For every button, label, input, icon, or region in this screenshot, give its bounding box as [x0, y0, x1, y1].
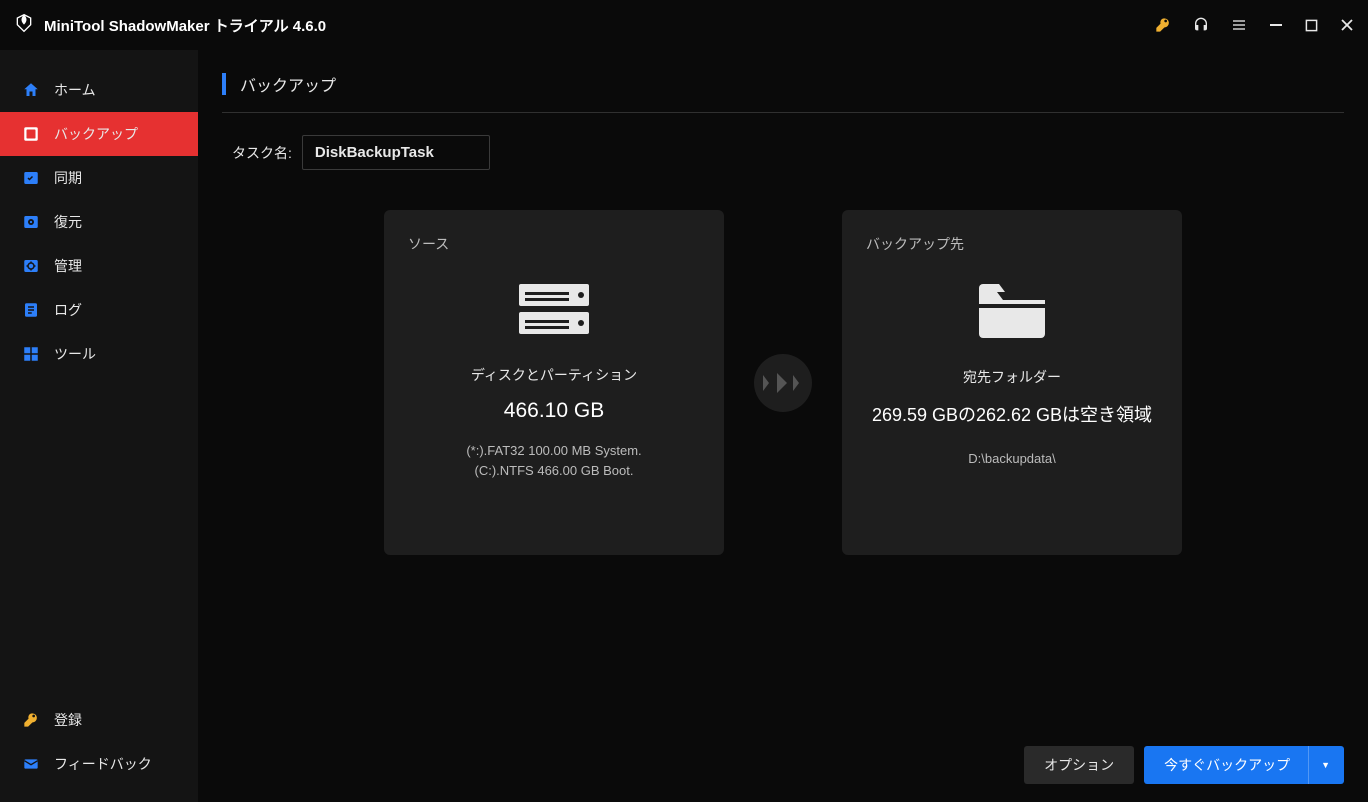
manage-icon	[22, 257, 40, 275]
restore-icon	[22, 213, 40, 231]
sidebar-label: 復元	[54, 212, 82, 232]
taskname-input[interactable]	[302, 135, 490, 170]
window-controls	[1155, 17, 1354, 33]
dest-card-title: バックアップ先	[866, 234, 1158, 254]
key-icon[interactable]	[1155, 17, 1171, 33]
app-logo-icon	[14, 13, 34, 38]
sidebar-register[interactable]: 登録	[0, 698, 198, 742]
source-card[interactable]: ソース ディスクとパーティ	[384, 210, 724, 555]
sidebar: ホーム バックアップ 同期 復元	[0, 50, 198, 802]
key-icon	[22, 711, 40, 729]
headset-icon[interactable]	[1193, 17, 1209, 33]
dest-path: D:\backupdata\	[968, 451, 1055, 466]
source-details: (*:).FAT32 100.00 MB System. (C:).NTFS 4…	[466, 441, 641, 480]
tools-icon	[22, 345, 40, 363]
minimize-button[interactable]	[1269, 18, 1283, 32]
close-button[interactable]	[1340, 18, 1354, 32]
page-header: バックアップ	[222, 72, 1344, 113]
sidebar-item-tools[interactable]: ツール	[0, 332, 198, 376]
arrow-icon	[754, 354, 812, 412]
backup-icon	[22, 125, 40, 143]
sidebar-label: バックアップ	[54, 124, 138, 144]
menu-icon[interactable]	[1231, 17, 1247, 33]
maximize-button[interactable]	[1305, 19, 1318, 32]
page-title: バックアップ	[240, 72, 336, 96]
main-content: バックアップ タスク名: ソース	[198, 50, 1368, 802]
cards-row: ソース ディスクとパーティ	[222, 210, 1344, 555]
mail-icon	[22, 755, 40, 773]
source-size: 466.10 GB	[504, 399, 604, 423]
sidebar-register-label: 登録	[54, 710, 82, 730]
sidebar-feedback-label: フィードバック	[54, 754, 152, 774]
bottom-action-bar: オプション 今すぐバックアップ ▼	[1024, 746, 1344, 784]
app-title: MiniTool ShadowMaker トライアル 4.6.0	[44, 15, 326, 36]
titlebar: MiniTool ShadowMaker トライアル 4.6.0	[0, 0, 1368, 50]
sidebar-item-log[interactable]: ログ	[0, 288, 198, 332]
sidebar-label: ツール	[54, 344, 96, 364]
sidebar-item-manage[interactable]: 管理	[0, 244, 198, 288]
source-card-title: ソース	[408, 234, 700, 254]
folder-icon	[973, 280, 1051, 347]
taskname-row: タスク名:	[232, 135, 1344, 170]
home-icon	[22, 81, 40, 99]
arrow-separator	[754, 210, 812, 555]
sidebar-label: ログ	[54, 300, 82, 320]
log-icon	[22, 301, 40, 319]
source-subtitle: ディスクとパーティション	[471, 365, 637, 385]
chevron-down-icon: ▼	[1308, 746, 1330, 784]
sidebar-label: 同期	[54, 168, 82, 188]
backup-now-label: 今すぐバックアップ	[1164, 755, 1290, 775]
sidebar-item-home[interactable]: ホーム	[0, 68, 198, 112]
options-button[interactable]: オプション	[1024, 746, 1134, 784]
source-detail-line: (*:).FAT32 100.00 MB System.	[466, 441, 641, 461]
options-button-label: オプション	[1044, 755, 1114, 775]
sidebar-feedback[interactable]: フィードバック	[0, 742, 198, 786]
backup-now-button[interactable]: 今すぐバックアップ ▼	[1144, 746, 1344, 784]
disk-icon	[515, 280, 593, 345]
source-detail-line: (C:).NTFS 466.00 GB Boot.	[466, 461, 641, 481]
page-accent-bar	[222, 73, 226, 95]
dest-subtitle: 宛先フォルダー	[963, 367, 1061, 387]
destination-card[interactable]: バックアップ先 宛先フォルダー 269.59 GBの262.62 GBは空き領域…	[842, 210, 1182, 555]
sidebar-item-sync[interactable]: 同期	[0, 156, 198, 200]
sidebar-label: ホーム	[54, 80, 96, 100]
sidebar-item-restore[interactable]: 復元	[0, 200, 198, 244]
sync-icon	[22, 169, 40, 187]
sidebar-label: 管理	[54, 256, 82, 276]
dest-space: 269.59 GBの262.62 GBは空き領域	[872, 401, 1152, 427]
sidebar-item-backup[interactable]: バックアップ	[0, 112, 198, 156]
taskname-label: タスク名:	[232, 143, 292, 163]
